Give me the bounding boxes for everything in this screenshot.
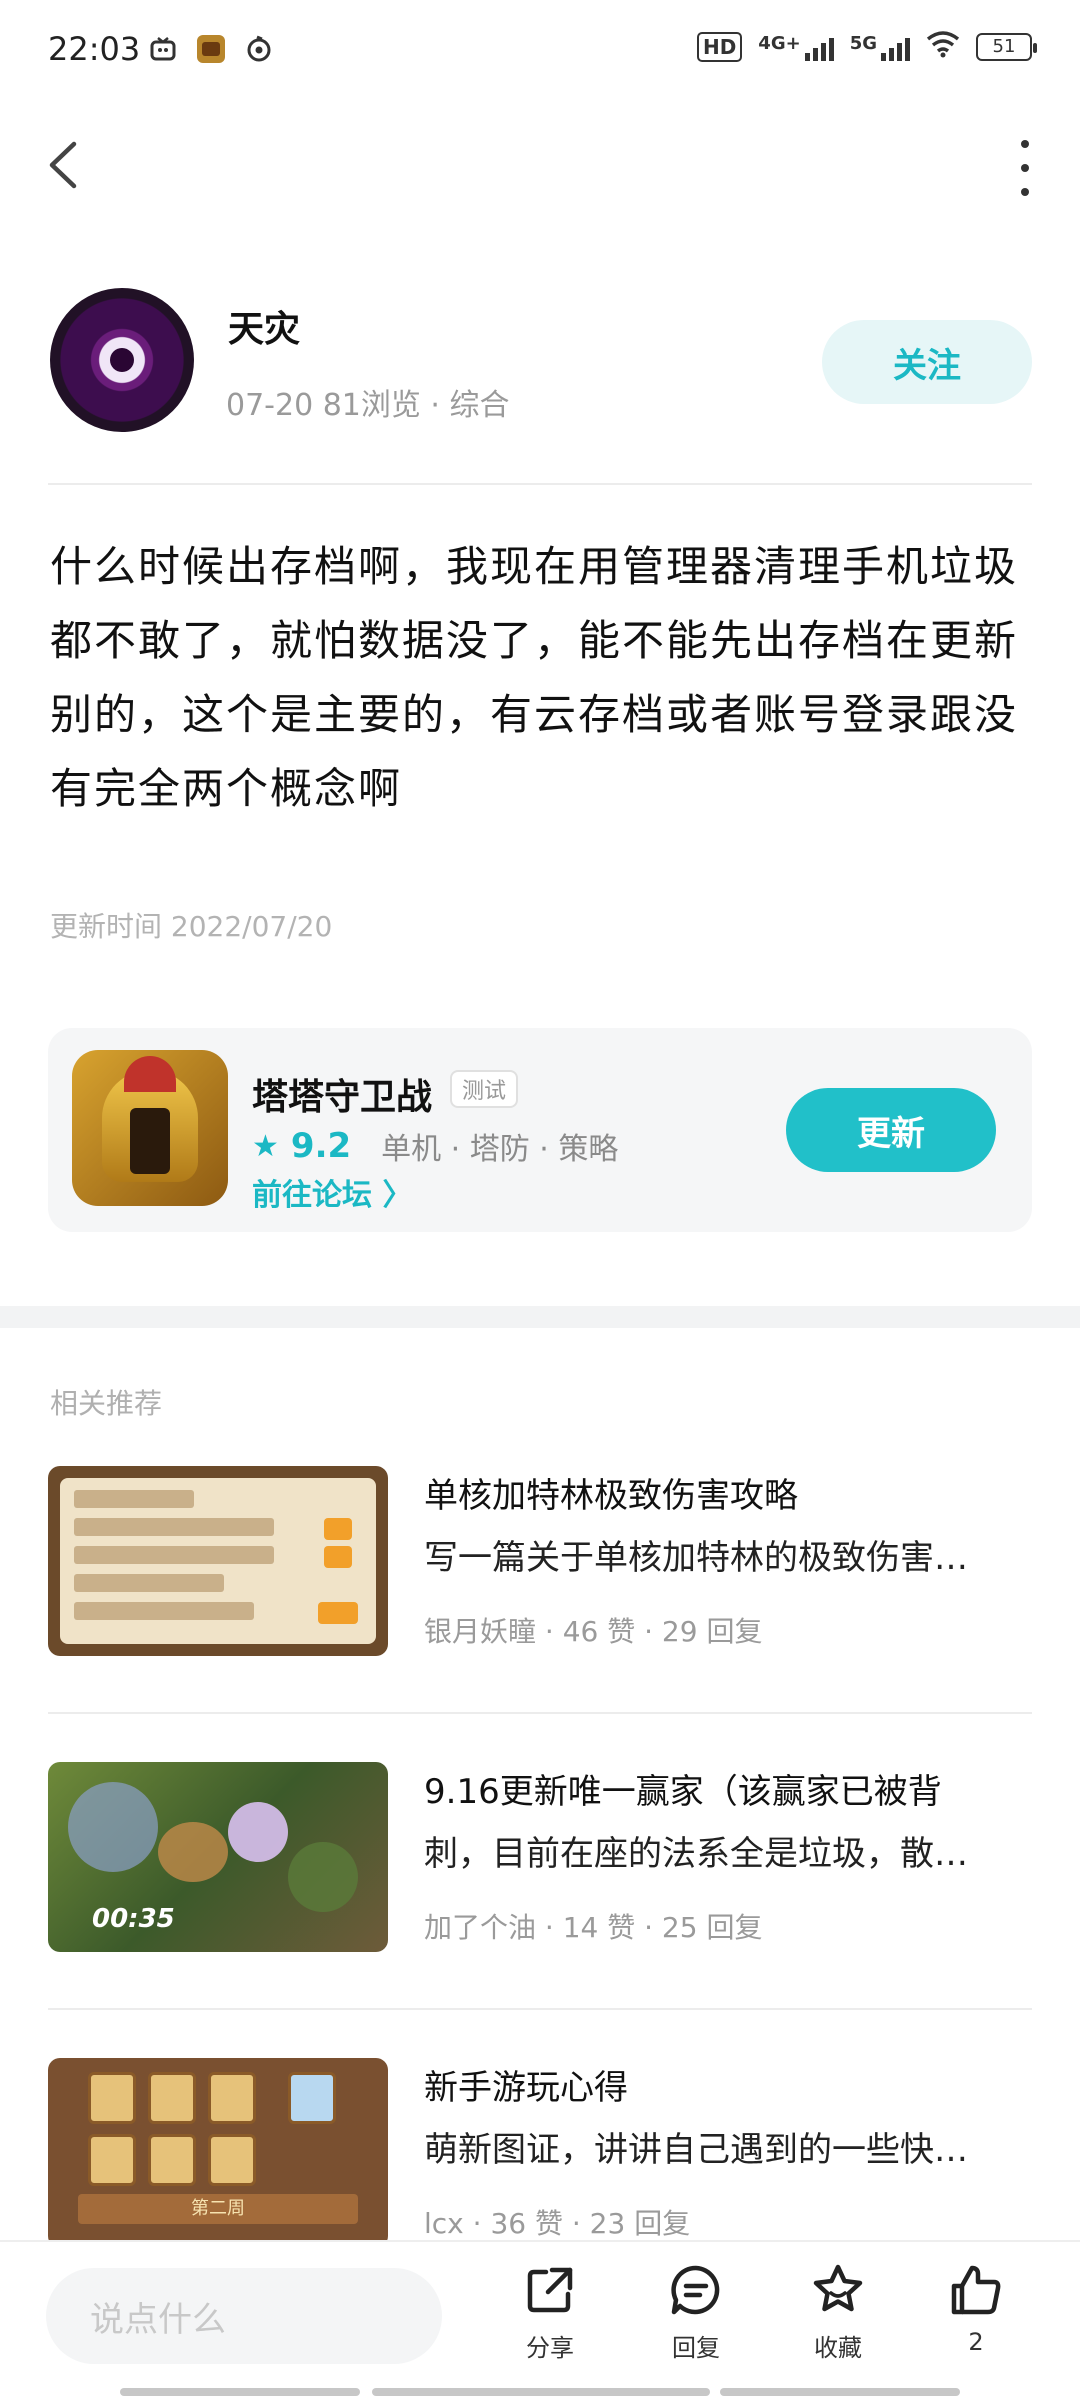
game-app-icon bbox=[196, 34, 226, 64]
share-label: 分享 bbox=[526, 2334, 574, 2362]
favorite-label: 收藏 bbox=[814, 2334, 862, 2362]
rec-desc: 刺，目前在座的法系全是垃圾，散… bbox=[424, 1834, 968, 1874]
back-button[interactable] bbox=[40, 140, 90, 190]
rec-desc: 写一篇关于单核加特林的极致伤害… bbox=[424, 1538, 968, 1578]
star-icon: ★ bbox=[252, 1128, 279, 1164]
share-icon bbox=[527, 2267, 573, 2313]
gesture-bar bbox=[120, 2388, 360, 2396]
game-tags: 单机 · 塔防 · 策略 bbox=[381, 1132, 619, 1167]
thumbs-up-icon bbox=[951, 2265, 1001, 2315]
status-time: 22:03 bbox=[48, 30, 141, 68]
video-thumbnail: 00:35 bbox=[48, 1762, 388, 1952]
comment-input[interactable]: 说点什么 bbox=[46, 2268, 442, 2364]
post-content: 什么时候出存档啊，我现在用管理器清理手机垃圾都不敢了，就怕数据没了，能不能先出存… bbox=[50, 542, 1019, 813]
rec-desc: 萌新图证，讲讲自己遇到的一些快… bbox=[424, 2130, 968, 2170]
avatar[interactable] bbox=[50, 288, 194, 432]
divider bbox=[48, 2008, 1032, 2010]
list-item[interactable]: 00:35 9.16更新唯一赢家（该赢家已被背 刺，目前在座的法系全是垃圾，散…… bbox=[48, 1762, 1032, 1952]
post-thumbnail: 第二周 bbox=[48, 2058, 388, 2248]
test-badge: 测试 bbox=[450, 1070, 519, 1108]
like-button[interactable]: 2 bbox=[926, 2262, 1026, 2382]
netease-icon bbox=[244, 34, 274, 64]
favorite-button[interactable]: 收藏 bbox=[788, 2262, 888, 2382]
battery-icon: 51 bbox=[976, 32, 1037, 61]
more-options-button[interactable] bbox=[1010, 140, 1040, 196]
rec-meta: lcx · 36 赞 · 23 回复 bbox=[424, 2207, 691, 2240]
more-dot bbox=[1021, 188, 1029, 196]
post-thumbnail bbox=[48, 1466, 388, 1656]
more-dot bbox=[1021, 164, 1029, 172]
video-duration: 00:35 bbox=[92, 1904, 175, 1934]
related-section-title: 相关推荐 bbox=[50, 1387, 163, 1420]
divider bbox=[48, 483, 1032, 485]
update-button[interactable]: 更新 bbox=[786, 1088, 996, 1172]
game-name: 塔塔守卫战 bbox=[252, 1077, 433, 1118]
post-meta: 07-20 81浏览 · 综合 bbox=[226, 388, 510, 423]
rec-title: 新手游玩心得 bbox=[424, 2068, 628, 2108]
game-rating: 9.2 bbox=[290, 1126, 352, 1166]
star-icon bbox=[813, 2264, 863, 2312]
more-dot bbox=[1021, 140, 1029, 148]
reply-button[interactable]: 回复 bbox=[646, 2262, 746, 2382]
gesture-bar bbox=[372, 2388, 710, 2396]
chevron-left-icon bbox=[49, 141, 77, 189]
reply-label: 回复 bbox=[672, 2334, 720, 2362]
author-name[interactable]: 天灾 bbox=[228, 300, 300, 352]
system-icons: HD 4G+ 5G 51 bbox=[696, 30, 1037, 63]
status-bar: 22:03 HD 4G+ 5G 51 bbox=[0, 0, 1080, 100]
follow-button[interactable]: 关注 bbox=[822, 320, 1032, 404]
forum-link[interactable]: 前往论坛 〉 bbox=[252, 1170, 412, 1214]
game-icon[interactable] bbox=[72, 1050, 228, 1206]
signal-bars-icon bbox=[881, 33, 910, 61]
rec-meta: 加了个油 · 14 赞 · 25 回复 bbox=[424, 1911, 763, 1944]
thumbnail-banner: 第二周 bbox=[78, 2194, 358, 2224]
rec-meta: 银月妖瞳 · 46 赞 · 29 回复 bbox=[424, 1615, 763, 1648]
signal-4g-indicator: 4G+ bbox=[758, 33, 834, 61]
hd-icon: HD bbox=[696, 31, 743, 62]
rec-title: 单核加特林极致伤害攻略 bbox=[424, 1476, 798, 1516]
rec-title: 9.16更新唯一赢家（该赢家已被背 bbox=[424, 1772, 942, 1812]
bottom-action-bar: 说点什么 分享 回复 收藏 2 bbox=[0, 2240, 1080, 2400]
notification-icons bbox=[148, 34, 274, 64]
share-button[interactable]: 分享 bbox=[500, 2262, 600, 2382]
reply-icon bbox=[671, 2265, 720, 2315]
section-divider bbox=[0, 1306, 1080, 1328]
list-item[interactable]: 第二周 新手游玩心得 萌新图证，讲讲自己遇到的一些快… lcx · 36 赞 ·… bbox=[48, 2058, 1032, 2248]
wifi-icon bbox=[926, 30, 960, 63]
tv-icon bbox=[148, 34, 178, 64]
update-time: 更新时间 2022/07/20 bbox=[50, 910, 333, 943]
signal-bars-icon bbox=[804, 33, 834, 61]
list-item[interactable]: 单核加特林极致伤害攻略 写一篇关于单核加特林的极致伤害… 银月妖瞳 · 46 赞… bbox=[48, 1466, 1032, 1656]
rating-row: ★ 9.2 单机 · 塔防 · 策略 bbox=[252, 1124, 618, 1168]
gesture-bar bbox=[720, 2388, 960, 2396]
signal-5g-indicator: 5G bbox=[850, 33, 910, 61]
game-card[interactable]: 塔塔守卫战 测试 ★ 9.2 单机 · 塔防 · 策略 前往论坛 〉 更新 bbox=[48, 1028, 1032, 1232]
like-count: 2 bbox=[968, 2328, 984, 2356]
divider bbox=[48, 1712, 1032, 1714]
